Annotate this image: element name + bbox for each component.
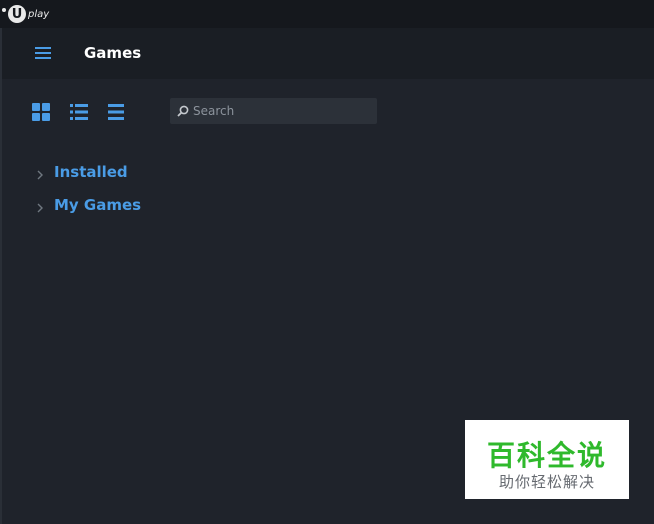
uplay-logo: U play (2, 4, 49, 24)
tree-item-my-games[interactable]: My Games (34, 194, 141, 216)
chevron-right-icon (34, 166, 46, 180)
list-view-icon[interactable] (68, 101, 90, 123)
header-bar: Games (2, 28, 654, 79)
title-bar: U play (0, 0, 654, 28)
grid-view-icon[interactable] (30, 101, 52, 123)
watermark: 百科全说 助你轻松解决 (465, 420, 629, 499)
tree-item-label: My Games (54, 196, 142, 214)
logo-dot (2, 8, 6, 12)
logo-u-mark: U (8, 5, 26, 23)
tree-item-label: Installed (54, 163, 128, 181)
logo-text: play (28, 8, 50, 20)
page-title: Games (84, 44, 142, 62)
search-input[interactable] (193, 104, 373, 118)
watermark-title: 百科全说 (486, 439, 607, 472)
chevron-right-icon (34, 199, 46, 213)
search-icon (177, 102, 189, 121)
search-box[interactable] (170, 98, 377, 124)
compact-list-icon[interactable] (105, 101, 127, 123)
tree-item-installed[interactable]: Installed (34, 161, 128, 183)
watermark-subtitle: 助你轻松解决 (498, 473, 595, 491)
hamburger-icon[interactable] (32, 42, 54, 64)
